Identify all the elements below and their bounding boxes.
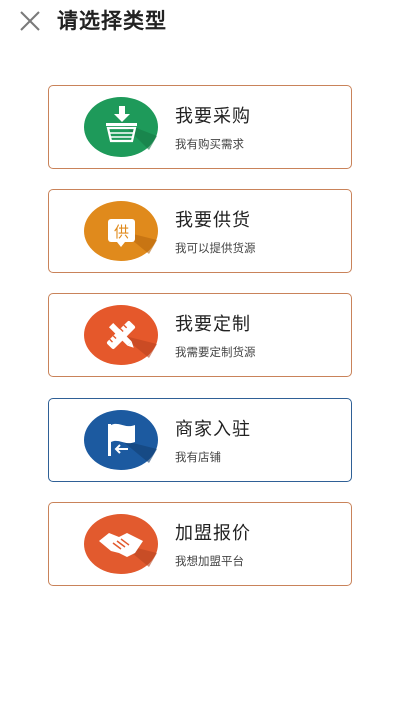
option-label: 我要采购 bbox=[175, 106, 251, 127]
flag-icon bbox=[83, 409, 159, 471]
header: 请选择类型 bbox=[0, 0, 400, 46]
supply-icon: 供 bbox=[83, 200, 159, 262]
option-franchise-quote[interactable]: 加盟报价 我想加盟平台 bbox=[48, 502, 352, 586]
option-desc: 我有购买需求 bbox=[175, 137, 244, 151]
close-icon bbox=[20, 11, 40, 31]
basket-icon bbox=[83, 96, 159, 158]
option-purchase[interactable]: 我要采购 我有购买需求 bbox=[48, 85, 352, 169]
option-desc: 我可以提供货源 bbox=[175, 241, 256, 255]
option-desc: 我想加盟平台 bbox=[175, 554, 244, 568]
option-desc: 我需要定制货源 bbox=[175, 345, 256, 359]
option-supply[interactable]: 供 我要供货 我可以提供货源 bbox=[48, 189, 352, 273]
handshake-icon bbox=[83, 513, 159, 575]
option-desc: 我有店铺 bbox=[175, 450, 221, 464]
option-merchant-join[interactable]: 商家入驻 我有店铺 bbox=[48, 398, 352, 482]
option-label: 我要供货 bbox=[175, 210, 251, 231]
supply-icon-text: 供 bbox=[114, 223, 129, 241]
option-label: 商家入驻 bbox=[175, 419, 251, 440]
option-label: 加盟报价 bbox=[175, 523, 251, 544]
page-title: 请选择类型 bbox=[57, 9, 167, 33]
option-customize[interactable]: 我要定制 我需要定制货源 bbox=[48, 293, 352, 377]
close-button[interactable] bbox=[18, 9, 42, 33]
option-label: 我要定制 bbox=[175, 314, 251, 335]
tools-icon bbox=[83, 304, 159, 366]
